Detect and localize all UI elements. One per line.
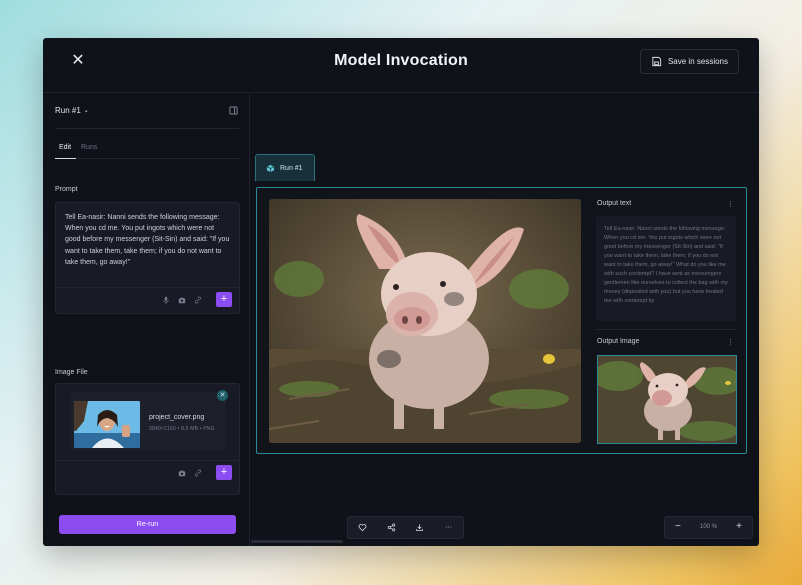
image-file-dropzone[interactable]: project_cover.png 3840×2160 • 8.5 MB • P… (55, 383, 240, 495)
save-icon (652, 56, 662, 67)
divider (596, 329, 737, 330)
prompt-text[interactable]: Tell Ea-nasir: Nanni sends the following… (65, 212, 231, 268)
download-icon[interactable] (406, 517, 435, 538)
more-icon[interactable]: ··· (434, 517, 463, 538)
close-icon[interactable]: ✕ (217, 390, 228, 401)
save-in-sessions-button[interactable]: Save in sessions (639, 49, 739, 74)
file-thumbnail (74, 401, 140, 448)
prompt-label: Prompt (55, 186, 78, 193)
output-text-label: Output text (597, 200, 632, 207)
run-tab-label: Run #1 (280, 164, 303, 172)
image-file-label: Image File (55, 369, 88, 376)
more-options-icon[interactable]: ⋮ (727, 200, 734, 208)
link-icon[interactable] (194, 469, 202, 477)
divider (56, 460, 239, 461)
cube-icon (266, 164, 275, 172)
prompt-input[interactable]: Tell Ea-nasir: Nanni sends the following… (55, 202, 240, 314)
run-selector[interactable]: Run #1 ⌄ (55, 106, 89, 115)
microphone-icon[interactable] (162, 296, 170, 304)
model-invocation-window: ✕ Model Invocation Save in sessions Run … (43, 38, 759, 546)
share-icon[interactable] (377, 517, 406, 538)
header: ✕ Model Invocation Save in sessions (43, 38, 759, 93)
heart-icon[interactable] (348, 517, 377, 538)
output-text: Tell Ea-nasir: Nanni sends the following… (604, 226, 728, 304)
tab-bar: Edit Runs (55, 144, 241, 159)
canvas-area: Run #1 Output text ⋮ Tell Ea-nasir: Nann… (251, 94, 759, 546)
sidebar-toggle-icon[interactable] (229, 106, 238, 115)
file-card: project_cover.png 3840×2160 • 8.5 MB • P… (71, 392, 226, 450)
input-image[interactable] (269, 199, 581, 443)
zoom-in-button[interactable]: + (736, 521, 742, 532)
output-text-box: Tell Ea-nasir: Nanni sends the following… (596, 216, 736, 321)
tab-edit[interactable]: Edit (59, 144, 71, 151)
file-name: project_cover.png (149, 414, 205, 421)
tab-runs[interactable]: Runs (81, 144, 97, 151)
horizontal-scrollbar[interactable] (251, 540, 343, 543)
zoom-control: − 100 % + (664, 516, 753, 539)
active-tab-indicator (55, 158, 76, 159)
divider (56, 287, 239, 288)
chevron-down-icon: ⌄ (83, 108, 89, 114)
file-meta: 3840×2160 • 8.5 MB • PNG (149, 426, 215, 432)
add-button[interactable]: + (216, 465, 232, 480)
canvas-toolbar: ··· (347, 516, 464, 539)
output-image-label: Output Image (597, 338, 640, 345)
tab-run-1[interactable]: Run #1 (255, 154, 315, 181)
output-image[interactable] (597, 355, 737, 444)
rerun-button[interactable]: Re-run (59, 515, 236, 534)
camera-icon[interactable] (178, 469, 186, 477)
camera-icon[interactable] (178, 296, 186, 304)
run-selector-label: Run #1 (55, 106, 81, 115)
link-icon[interactable] (194, 296, 202, 304)
divider (55, 128, 239, 129)
save-button-label: Save in sessions (667, 57, 728, 66)
more-options-icon[interactable]: ⋮ (727, 338, 734, 346)
add-button[interactable]: + (216, 292, 232, 307)
left-panel: Run #1 ⌄ Edit Runs Prompt Tell Ea-nasir:… (43, 94, 250, 546)
run-output-frame: Output text ⋮ Tell Ea-nasir: Nanni sends… (256, 187, 747, 454)
